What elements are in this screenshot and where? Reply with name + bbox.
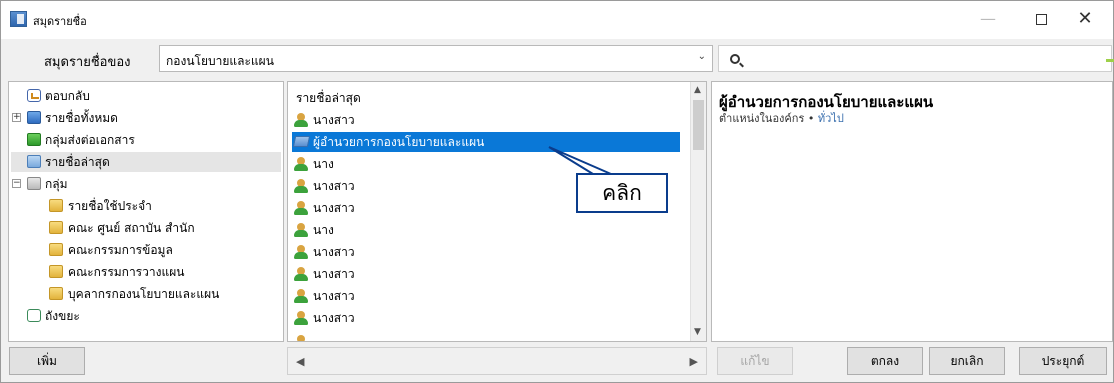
detail-subtitle-link[interactable]: ทั่วไป xyxy=(818,112,844,125)
tree-item-forward-groups[interactable]: กลุ่มส่งต่อเอกสาร xyxy=(11,130,281,150)
search-box[interactable] xyxy=(718,45,1112,72)
tree-item-label: ถังขยะ xyxy=(45,309,80,323)
title-bar: สมุดรายชื่อ — ✕ xyxy=(1,1,1113,39)
tree-item-label: กลุ่มส่งต่อเอกสาร xyxy=(45,133,135,147)
expand-icon[interactable]: + xyxy=(12,113,21,122)
scroll-thumb[interactable] xyxy=(693,100,704,150)
tree-item-favorites[interactable]: รายชื่อใช้ประจำ xyxy=(11,196,281,216)
address-book-window: สมุดรายชื่อ — ✕ สมุดรายชื่อของ กองนโยบาย… xyxy=(0,0,1114,383)
click-callout: คลิก xyxy=(576,173,668,213)
collapse-icon[interactable]: − xyxy=(12,179,21,188)
person-icon xyxy=(294,245,308,259)
search-input[interactable] xyxy=(749,50,1099,68)
tree-item-label: ตอบกลับ xyxy=(45,89,90,103)
maximize-button[interactable] xyxy=(1019,5,1063,33)
person-icon xyxy=(294,223,308,237)
chevron-down-icon[interactable]: ⌄ xyxy=(698,51,706,62)
maximize-icon xyxy=(1035,14,1047,25)
scroll-left-icon[interactable]: ◀ xyxy=(296,355,304,368)
folder-icon xyxy=(49,287,63,300)
tree-item-all-contacts[interactable]: + รายชื่อทั้งหมด xyxy=(11,108,281,128)
list-item-label: นางสาว xyxy=(313,245,355,259)
list-header: รายชื่อล่าสุด xyxy=(296,91,361,105)
folder-tree-panel: ตอบกลับ + รายชื่อทั้งหมด กลุ่มส่งต่อเอกส… xyxy=(8,81,284,342)
person-icon xyxy=(294,335,308,341)
tree-item-data-committee[interactable]: คณะกรรมการข้อมูล xyxy=(11,240,281,260)
tree-item-recent[interactable]: รายชื่อล่าสุด xyxy=(11,152,281,172)
detail-subtitle-prefix: ตำแหน่งในองค์กร xyxy=(719,112,805,125)
apply-button[interactable]: ประยุกต์ xyxy=(1019,347,1107,375)
list-item[interactable]: นาง xyxy=(292,220,680,240)
list-item[interactable]: นางสาว xyxy=(292,110,680,130)
tree-item-policy-staff[interactable]: บุคลากรกองนโยบายและแผน xyxy=(11,284,281,304)
tree-item-faculties[interactable]: คณะ ศูนย์ สถาบัน สำนัก xyxy=(11,218,281,238)
folder-favorite-icon xyxy=(49,199,63,212)
vertical-scrollbar[interactable]: ▲ ▼ xyxy=(690,82,706,341)
list-item-label: นางสาว xyxy=(313,267,355,281)
list-item-label: นางสาว xyxy=(313,289,355,303)
folder-icon xyxy=(49,243,63,256)
address-book-app-icon xyxy=(10,11,27,27)
list-item-label: นางสาว xyxy=(313,201,355,215)
list-item-label: นางสาว xyxy=(313,311,355,325)
add-button[interactable]: เพิ่ม xyxy=(9,347,85,375)
horizontal-scrollbar[interactable]: ◀ ▶ xyxy=(287,347,707,375)
list-item-label: นางสาว xyxy=(313,179,355,193)
cancel-button[interactable]: ยกเลิก xyxy=(929,347,1005,375)
minimize-button[interactable]: — xyxy=(966,5,1010,33)
folder-icon xyxy=(49,265,63,278)
scroll-right-icon[interactable]: ▶ xyxy=(690,355,698,368)
reply-icon xyxy=(27,89,41,102)
person-icon xyxy=(294,289,308,303)
close-button[interactable]: ✕ xyxy=(1063,5,1107,33)
person-icon xyxy=(294,113,308,127)
group-icon xyxy=(27,177,41,190)
list-item-label: นาง xyxy=(313,157,334,171)
forward-group-icon xyxy=(27,133,41,146)
tree-item-reply[interactable]: ตอบกลับ xyxy=(11,86,281,106)
person-icon xyxy=(294,179,308,193)
trash-icon xyxy=(27,309,41,322)
detail-subtitle: ตำแหน่งในองค์กร • ทั่วไป xyxy=(719,109,844,127)
accent-mark xyxy=(1106,59,1114,62)
window-title: สมุดรายชื่อ xyxy=(33,15,87,28)
tree-item-label: คณะกรรมการข้อมูล xyxy=(68,243,173,257)
search-icon xyxy=(730,54,740,64)
address-book-selected-value: กองนโยบายและแผน xyxy=(166,54,274,68)
list-item[interactable]: นางสาว xyxy=(292,308,680,328)
list-item[interactable]: นางสาว xyxy=(292,242,680,262)
address-book-of-label: สมุดรายชื่อของ xyxy=(44,55,131,70)
scroll-up-icon[interactable]: ▲ xyxy=(694,85,701,95)
tree-item-label: คณะ ศูนย์ สถาบัน สำนัก xyxy=(68,221,195,235)
position-icon xyxy=(292,136,311,147)
ok-button[interactable]: ตกลง xyxy=(847,347,923,375)
tree-item-label: บุคลากรกองนโยบายและแผน xyxy=(68,287,220,301)
edit-button[interactable]: แก้ไข xyxy=(717,347,793,375)
address-book-select[interactable]: กองนโยบายและแผน ⌄ xyxy=(159,45,713,72)
tree-item-label: คณะกรรมการวางแผน xyxy=(68,265,185,279)
list-item[interactable]: นางสาว xyxy=(292,286,680,306)
person-icon xyxy=(294,201,308,215)
tree-item-label: รายชื่อทั้งหมด xyxy=(45,111,118,125)
list-item-partial[interactable] xyxy=(292,332,680,341)
folder-icon xyxy=(49,221,63,234)
list-item-label: ผู้อำนวยการกองนโยบายและแผน xyxy=(313,135,485,149)
person-icon xyxy=(294,267,308,281)
person-icon xyxy=(294,157,308,171)
person-icon xyxy=(294,311,308,325)
tree-item-label: กลุ่ม xyxy=(45,177,68,191)
detail-panel: ผู้อำนวยการกองนโยบายและแผน ตำแหน่งในองค์… xyxy=(711,81,1113,342)
list-item[interactable]: นางสาว xyxy=(292,264,680,284)
detail-subtitle-separator: • xyxy=(807,112,815,125)
recent-icon xyxy=(27,155,41,168)
tree-item-label: รายชื่อล่าสุด xyxy=(45,155,110,169)
tree-item-trash[interactable]: ถังขยะ xyxy=(11,306,281,326)
tree-item-label: รายชื่อใช้ประจำ xyxy=(68,199,152,213)
tree-item-planning-committee[interactable]: คณะกรรมการวางแผน xyxy=(11,262,281,282)
address-book-icon xyxy=(27,111,41,124)
scroll-down-icon[interactable]: ▼ xyxy=(694,327,701,337)
list-item-label: นางสาว xyxy=(313,113,355,127)
tree-item-groups[interactable]: − กลุ่ม xyxy=(11,174,281,194)
list-item-label: นาง xyxy=(313,223,334,237)
